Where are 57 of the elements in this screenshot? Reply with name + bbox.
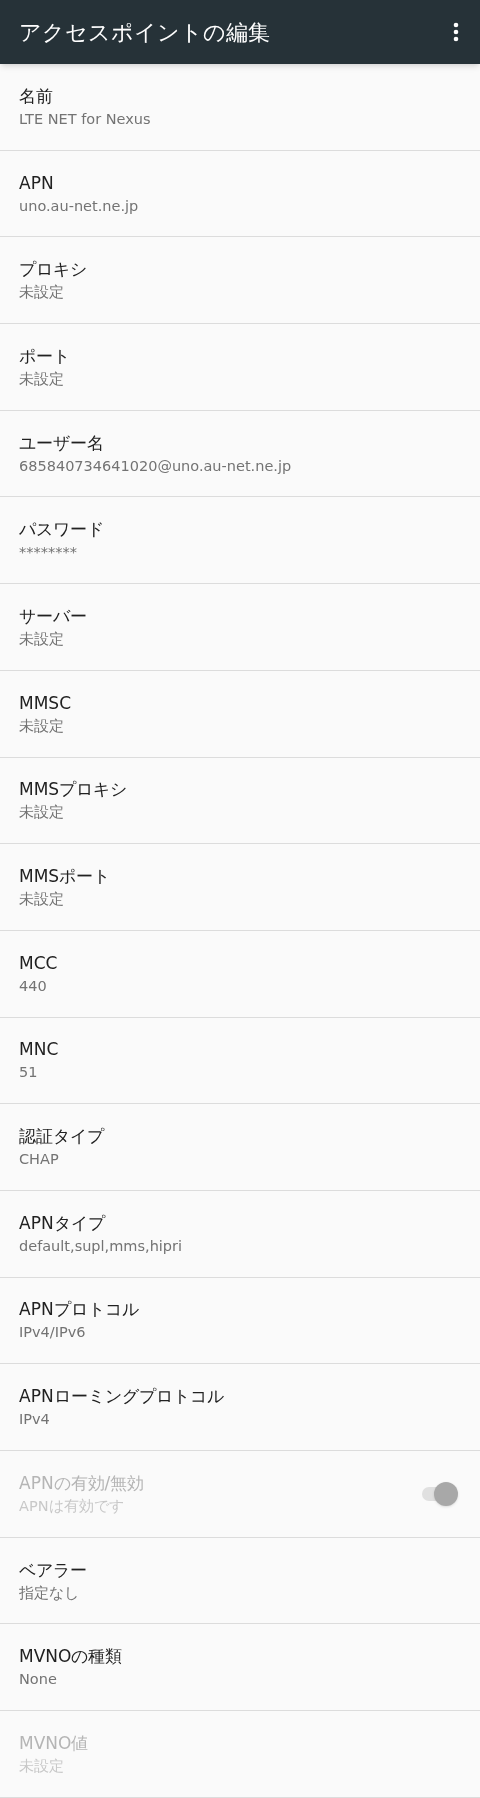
row-title: ベアラー	[19, 1558, 88, 1582]
row-summary: None	[19, 1670, 58, 1690]
row-summary: 51	[19, 1063, 39, 1083]
settings-row[interactable]: ポート 未設定	[0, 324, 480, 411]
row-summary: IPv4/IPv6	[19, 1323, 87, 1343]
row-summary: IPv4	[19, 1410, 51, 1430]
settings-row[interactable]: ユーザー名 685840734641020@uno.au-net.ne.jp	[0, 410, 480, 498]
settings-row[interactable]: APN uno.au-net.ne.jp	[0, 150, 480, 238]
settings-row[interactable]: APNローミングプロトコル IPv4	[0, 1364, 480, 1451]
settings-row[interactable]: ベアラー 指定なし	[0, 1537, 480, 1625]
row-title: サーバー	[19, 604, 88, 628]
row-summary: 未設定	[19, 283, 65, 303]
row-title: MMSプロキシ	[19, 778, 129, 802]
row-title: MNC	[19, 1038, 60, 1062]
row-title: パスワード	[19, 518, 105, 542]
settings-row[interactable]: MCC 440	[0, 930, 480, 1018]
row-summary: 未設定	[19, 890, 65, 910]
row-summary: LTE NET for Nexus	[19, 109, 152, 129]
settings-row[interactable]: MMSポート 未設定	[0, 844, 480, 931]
row-summary: 未設定	[19, 716, 65, 736]
settings-row[interactable]: サーバー 未設定	[0, 584, 480, 671]
row-title: APNプロトコル	[19, 1298, 140, 1322]
row-summary: CHAP	[19, 1150, 60, 1170]
settings-row[interactable]: MVNOの種類 None	[0, 1624, 480, 1712]
settings-row[interactable]: 名前 LTE NET for Nexus	[0, 64, 480, 151]
settings-row[interactable]: プロキシ 未設定	[0, 237, 480, 325]
row-summary: ********	[19, 543, 78, 563]
settings-row[interactable]: MNC 51	[0, 1017, 480, 1105]
settings-row[interactable]: MMSプロキシ 未設定	[0, 757, 480, 845]
row-summary: 未設定	[19, 629, 65, 649]
row-summary: 指定なし	[19, 1583, 80, 1603]
row-title: 名前	[19, 84, 54, 108]
row-title: MVNO値	[19, 1731, 90, 1755]
row-title: 認証タイプ	[19, 1125, 106, 1149]
app-bar-title: アクセスポイントの編集	[19, 18, 271, 47]
row-title: ユーザー名	[19, 431, 105, 455]
row-summary: uno.au-net.ne.jp	[19, 196, 140, 216]
row-title: MMSポート	[19, 865, 112, 889]
row-summary: default,supl,mms,hipri	[19, 1236, 184, 1256]
settings-row[interactable]: 認証タイプ CHAP	[0, 1104, 480, 1191]
row-title: APNローミングプロトコル	[19, 1385, 225, 1409]
row-summary: 未設定	[19, 369, 65, 389]
row-title: APNの有効/無効	[19, 1471, 146, 1495]
row-title: MMSC	[19, 691, 72, 715]
settings-row[interactable]: APNプロトコル IPv4/IPv6	[0, 1277, 480, 1365]
row-title: プロキシ	[19, 258, 88, 282]
settings-row[interactable]: MMSC 未設定	[0, 670, 480, 758]
settings-row[interactable]: パスワード ********	[0, 497, 480, 585]
row-summary: 440	[19, 976, 48, 996]
row-title: MVNOの種類	[19, 1645, 124, 1669]
row-summary: 685840734641020@uno.au-net.ne.jp	[19, 456, 293, 476]
row-title: ポート	[19, 344, 71, 368]
row-title: APNタイプ	[19, 1211, 107, 1235]
row-title: APN	[19, 171, 55, 195]
row-title: MCC	[19, 951, 59, 975]
row-summary: 未設定	[19, 803, 65, 823]
settings-row[interactable]: APNタイプ default,supl,mms,hipri	[0, 1190, 480, 1278]
